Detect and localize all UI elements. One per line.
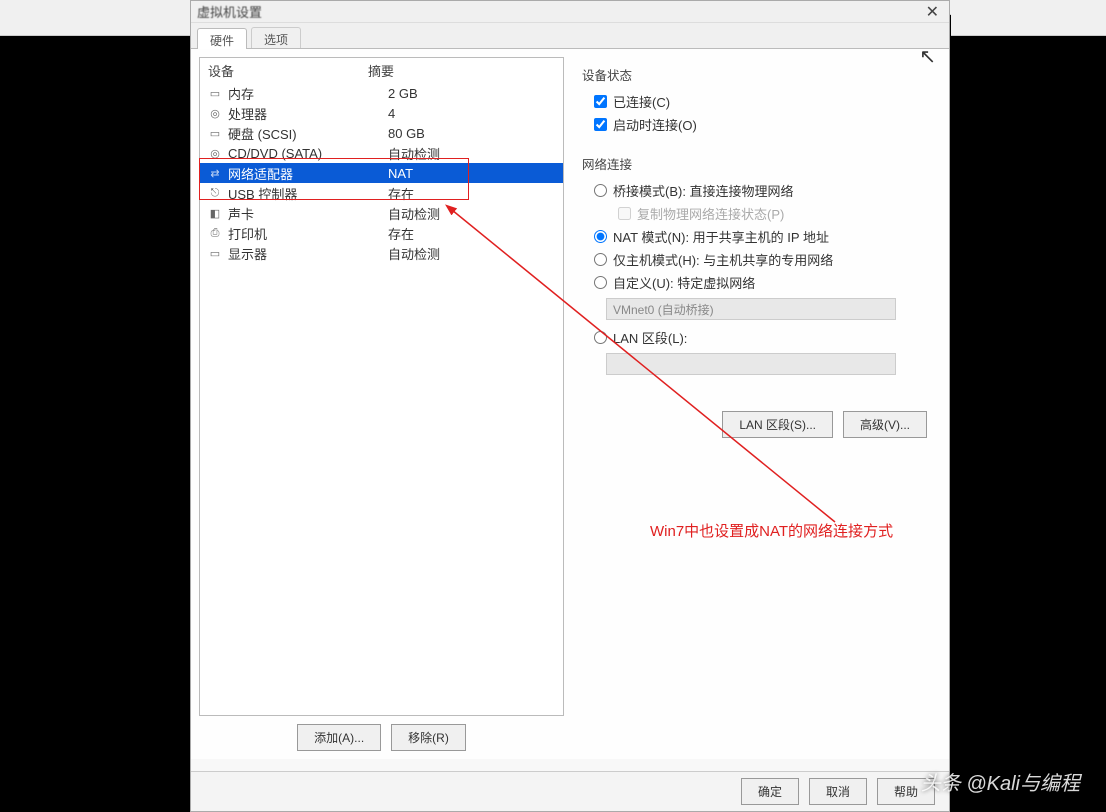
- connect-at-poweron-label: 启动时连接(O): [613, 115, 697, 134]
- lanseg-radio[interactable]: [594, 331, 607, 344]
- device-row-cddvd[interactable]: ◎ CD/DVD (SATA) 自动检测: [200, 143, 563, 163]
- replicate-checkbox-row: 复制物理网络连接状态(P): [582, 202, 933, 225]
- left-window-strip: [0, 0, 190, 36]
- col-summary: 摘要: [368, 61, 555, 80]
- device-value: 存在: [388, 184, 557, 203]
- bridged-label: 桥接模式(B): 直接连接物理网络: [613, 181, 794, 200]
- left-panel-buttons: 添加(A)... 移除(R): [199, 716, 564, 751]
- cpu-icon: ◎: [206, 106, 224, 120]
- network-icon: ⇄: [206, 166, 224, 180]
- device-value: 自动检测: [388, 244, 557, 263]
- device-value: 自动检测: [388, 204, 557, 223]
- dialog-content: 设备 摘要 ▭ 内存 2 GB ◎ 处理器 4 ▭ 硬盘 (SCSI) 80 G…: [191, 49, 949, 759]
- usb-icon: ⎋: [206, 186, 224, 200]
- remove-device-button[interactable]: 移除(R): [391, 724, 466, 751]
- close-button[interactable]: ✕: [922, 2, 943, 22]
- right-window-strip: [951, 0, 1106, 36]
- device-name: 显示器: [228, 244, 388, 263]
- device-row-display[interactable]: ▭ 显示器 自动检测: [200, 243, 563, 263]
- device-row-processor[interactable]: ◎ 处理器 4: [200, 103, 563, 123]
- nat-radio[interactable]: [594, 230, 607, 243]
- col-device: 设备: [208, 61, 368, 80]
- bridged-radio[interactable]: [594, 184, 607, 197]
- custom-radio-row[interactable]: 自定义(U): 特定虚拟网络: [582, 271, 933, 294]
- right-panel: 设备状态 已连接(C) 启动时连接(O) 网络连接 桥接模式(B): 直接连接物…: [574, 57, 941, 751]
- dialog-title: 虚拟机设置: [197, 2, 262, 21]
- device-value: 2 GB: [388, 86, 557, 101]
- connect-at-poweron-checkbox[interactable]: [594, 118, 607, 131]
- device-name: 声卡: [228, 204, 388, 223]
- device-status-label: 设备状态: [582, 65, 933, 84]
- network-buttons: LAN 区段(S)... 高级(V)...: [582, 411, 927, 438]
- connected-checkbox-row[interactable]: 已连接(C): [582, 90, 933, 113]
- help-button[interactable]: 帮助: [877, 778, 935, 805]
- sound-icon: ◧: [206, 206, 224, 220]
- tab-strip: 硬件 选项: [191, 23, 949, 49]
- custom-radio[interactable]: [594, 276, 607, 289]
- bridged-radio-row[interactable]: 桥接模式(B): 直接连接物理网络: [582, 179, 933, 202]
- device-row-sound[interactable]: ◧ 声卡 自动检测: [200, 203, 563, 223]
- device-name: USB 控制器: [228, 184, 388, 203]
- disk-icon: ▭: [206, 126, 224, 140]
- device-row-harddisk[interactable]: ▭ 硬盘 (SCSI) 80 GB: [200, 123, 563, 143]
- connected-label: 已连接(C): [613, 92, 670, 111]
- advanced-button[interactable]: 高级(V)...: [843, 411, 927, 438]
- device-name: 处理器: [228, 104, 388, 123]
- device-value: NAT: [388, 166, 557, 181]
- vmnet-dropdown: VMnet0 (自动桥接): [606, 298, 896, 320]
- device-list[interactable]: 设备 摘要 ▭ 内存 2 GB ◎ 处理器 4 ▭ 硬盘 (SCSI) 80 G…: [199, 57, 564, 716]
- tab-options[interactable]: 选项: [251, 27, 301, 48]
- custom-label: 自定义(U): 特定虚拟网络: [613, 273, 755, 292]
- device-row-network-adapter[interactable]: ⇄ 网络适配器 NAT: [200, 163, 563, 183]
- nat-label: NAT 模式(N): 用于共享主机的 IP 地址: [613, 227, 829, 246]
- lanseg-label: LAN 区段(L):: [613, 328, 687, 347]
- device-name: CD/DVD (SATA): [228, 146, 388, 161]
- replicate-checkbox: [618, 207, 631, 220]
- tab-hardware[interactable]: 硬件: [197, 28, 247, 49]
- device-row-printer[interactable]: ⎙ 打印机 存在: [200, 223, 563, 243]
- display-icon: ▭: [206, 246, 224, 260]
- device-value: 存在: [388, 224, 557, 243]
- network-connection-label: 网络连接: [582, 154, 933, 173]
- ok-button[interactable]: 确定: [741, 778, 799, 805]
- device-name: 打印机: [228, 224, 388, 243]
- dialog-titlebar: 虚拟机设置 ✕: [191, 1, 949, 23]
- replicate-label: 复制物理网络连接状态(P): [637, 204, 784, 223]
- lan-segments-button[interactable]: LAN 区段(S)...: [722, 411, 833, 438]
- connect-at-poweron-row[interactable]: 启动时连接(O): [582, 113, 933, 136]
- lanseg-dropdown: [606, 353, 896, 375]
- add-device-button[interactable]: 添加(A)...: [297, 724, 381, 751]
- device-row-memory[interactable]: ▭ 内存 2 GB: [200, 83, 563, 103]
- device-value: 4: [388, 106, 557, 121]
- memory-icon: ▭: [206, 86, 224, 100]
- vm-settings-dialog: 虚拟机设置 ✕ 硬件 选项 设备 摘要 ▭ 内存 2 GB ◎ 处理器: [190, 0, 950, 812]
- device-name: 硬盘 (SCSI): [228, 124, 388, 143]
- disc-icon: ◎: [206, 146, 224, 160]
- device-name: 网络适配器: [228, 164, 388, 183]
- device-row-usb[interactable]: ⎋ USB 控制器 存在: [200, 183, 563, 203]
- device-name: 内存: [228, 84, 388, 103]
- lanseg-radio-row[interactable]: LAN 区段(L):: [582, 326, 933, 349]
- nat-radio-row[interactable]: NAT 模式(N): 用于共享主机的 IP 地址: [582, 225, 933, 248]
- device-value: 自动检测: [388, 144, 557, 163]
- device-list-header: 设备 摘要: [200, 58, 563, 83]
- dialog-footer: 确定 取消 帮助: [191, 771, 949, 811]
- device-value: 80 GB: [388, 126, 557, 141]
- connected-checkbox[interactable]: [594, 95, 607, 108]
- hostonly-radio[interactable]: [594, 253, 607, 266]
- hostonly-radio-row[interactable]: 仅主机模式(H): 与主机共享的专用网络: [582, 248, 933, 271]
- printer-icon: ⎙: [206, 226, 224, 240]
- cancel-button[interactable]: 取消: [809, 778, 867, 805]
- left-panel: 设备 摘要 ▭ 内存 2 GB ◎ 处理器 4 ▭ 硬盘 (SCSI) 80 G…: [199, 57, 564, 751]
- hostonly-label: 仅主机模式(H): 与主机共享的专用网络: [613, 250, 833, 269]
